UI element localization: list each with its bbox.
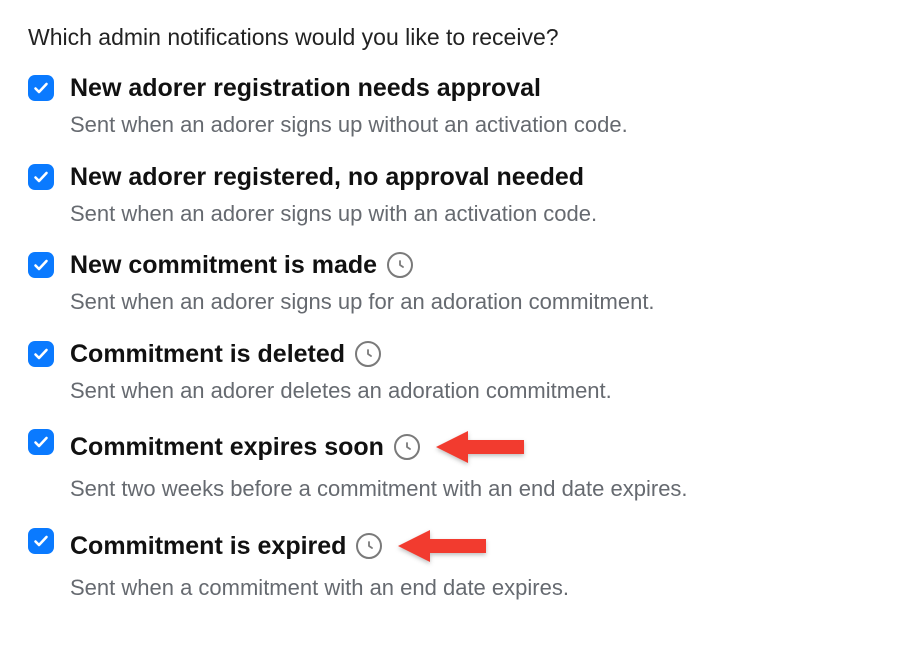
option-body: New adorer registered, no approval neede… [70, 162, 882, 229]
clock-icon [355, 341, 381, 367]
option-row: Commitment is deleted Sent when an adore… [28, 339, 882, 406]
question-heading: Which admin notifications would you like… [28, 24, 882, 51]
arrow-annotation-icon [398, 526, 488, 566]
option-row: New adorer registration needs approval S… [28, 73, 882, 140]
checkbox[interactable] [28, 341, 54, 367]
option-title: New adorer registered, no approval neede… [70, 162, 584, 192]
options-list: New adorer registration needs approval S… [28, 73, 882, 603]
option-description: Sent when an adorer signs up without an … [70, 111, 882, 140]
option-title-line: New adorer registered, no approval neede… [70, 162, 882, 192]
checkbox[interactable] [28, 164, 54, 190]
option-body: Commitment expires soon Sent two weeks b… [70, 427, 882, 504]
option-row: Commitment is expired Sent when a commit… [28, 526, 882, 603]
checkmark-icon [33, 346, 49, 362]
option-title-line: Commitment is deleted [70, 339, 882, 369]
checkbox[interactable] [28, 75, 54, 101]
checkmark-icon [33, 434, 49, 450]
option-description: Sent when an adorer signs up with an act… [70, 200, 882, 229]
option-title: New adorer registration needs approval [70, 73, 541, 103]
checkmark-icon [33, 533, 49, 549]
option-row: Commitment expires soon Sent two weeks b… [28, 427, 882, 504]
checkbox[interactable] [28, 252, 54, 278]
option-title-line: New adorer registration needs approval [70, 73, 882, 103]
option-body: Commitment is deleted Sent when an adore… [70, 339, 882, 406]
checkmark-icon [33, 257, 49, 273]
option-row: New commitment is made Sent when an ador… [28, 250, 882, 317]
option-body: Commitment is expired Sent when a commit… [70, 526, 882, 603]
option-title-line: Commitment expires soon [70, 427, 882, 467]
option-row: New adorer registered, no approval neede… [28, 162, 882, 229]
checkbox[interactable] [28, 528, 54, 554]
clock-icon [394, 434, 420, 460]
option-title: Commitment is expired [70, 531, 346, 561]
option-body: New commitment is made Sent when an ador… [70, 250, 882, 317]
clock-icon [356, 533, 382, 559]
checkmark-icon [33, 169, 49, 185]
option-description: Sent when an adorer deletes an adoration… [70, 377, 882, 406]
checkbox[interactable] [28, 429, 54, 455]
option-title-line: Commitment is expired [70, 526, 882, 566]
option-title: New commitment is made [70, 250, 377, 280]
option-description: Sent when a commitment with an end date … [70, 574, 882, 603]
option-description: Sent when an adorer signs up for an ador… [70, 288, 882, 317]
arrow-annotation-icon [436, 427, 526, 467]
option-description: Sent two weeks before a commitment with … [70, 475, 882, 504]
checkmark-icon [33, 80, 49, 96]
option-title: Commitment is deleted [70, 339, 345, 369]
clock-icon [387, 252, 413, 278]
option-body: New adorer registration needs approval S… [70, 73, 882, 140]
option-title: Commitment expires soon [70, 432, 384, 462]
option-title-line: New commitment is made [70, 250, 882, 280]
